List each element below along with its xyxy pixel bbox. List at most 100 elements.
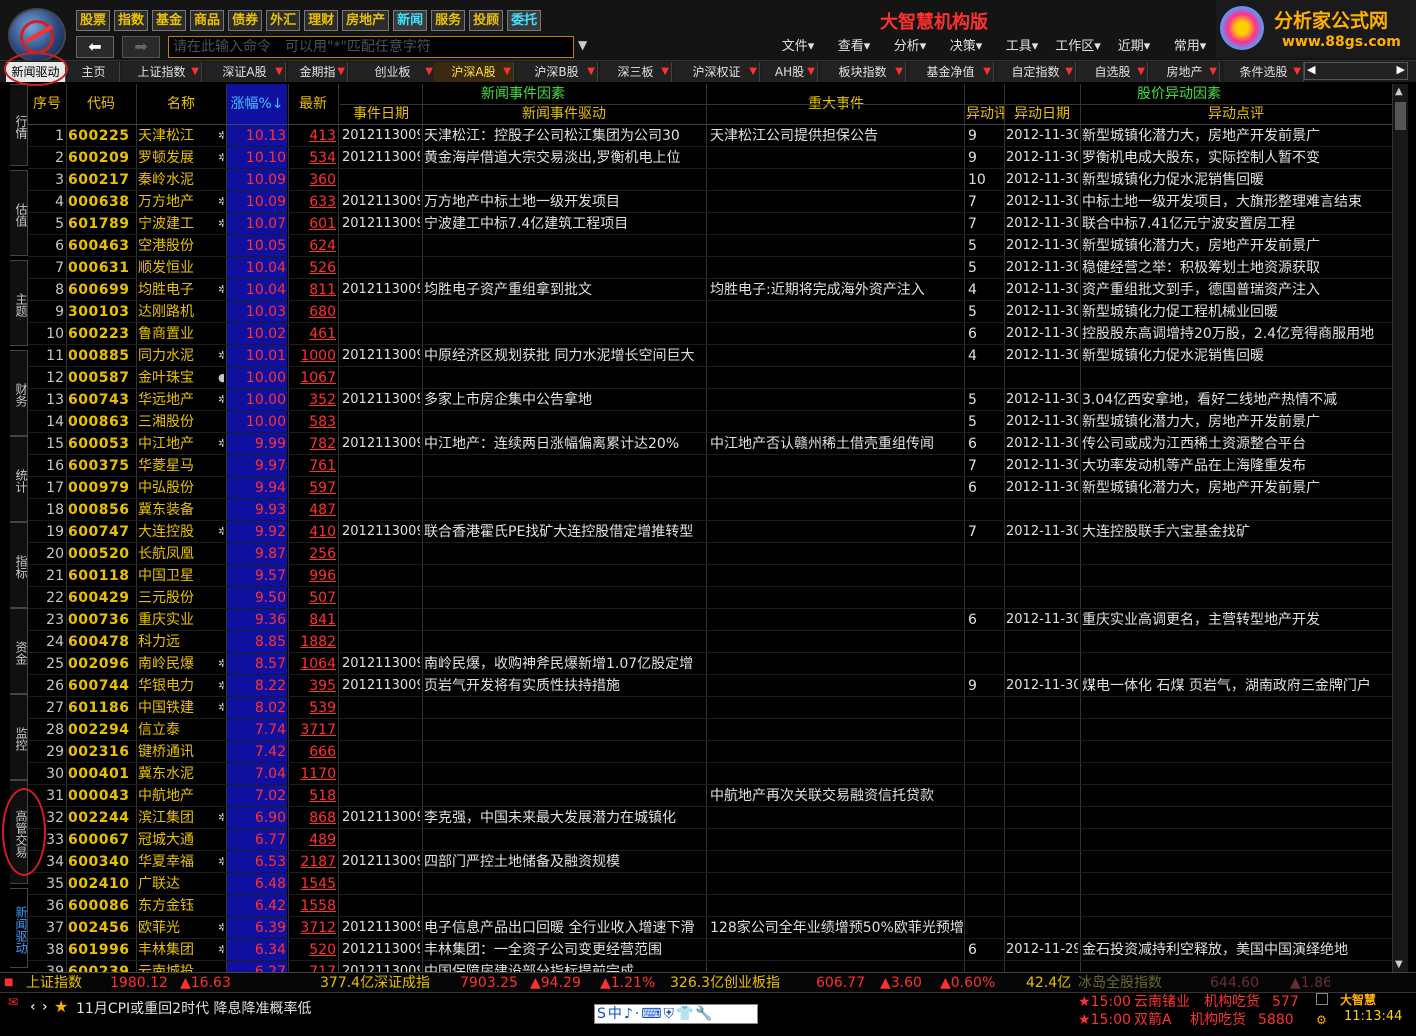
header-move-score[interactable]: 异动评级 bbox=[966, 104, 1004, 124]
quick-button-wealth[interactable]: 理财 bbox=[304, 10, 339, 31]
table-row[interactable]: 25 002096 南岭民爆 ✲ 8.57 1064 2012113009 南岭民爆，收购神斧… bbox=[28, 653, 1392, 675]
tab-fund-nav[interactable]: 基金净值 ▼ bbox=[908, 62, 994, 82]
quick-button-order[interactable]: 委托 bbox=[507, 10, 542, 31]
vertical-scrollbar[interactable]: ▲ ▼ bbox=[1392, 84, 1408, 972]
tab-dropdown-icon[interactable]: ▼ bbox=[1137, 62, 1145, 82]
table-row[interactable]: 1 600225 天津松江 ✲ 10.13 413 2012113009 天津松江：控股子公司… bbox=[28, 125, 1392, 147]
tab-dropdown-icon[interactable]: ▼ bbox=[661, 62, 669, 82]
index-0-name[interactable]: 上证指数 bbox=[26, 974, 82, 992]
command-dropdown-icon[interactable]: ▼ bbox=[578, 38, 587, 52]
quick-button-news[interactable]: 新闻 bbox=[393, 10, 428, 31]
menu-workspace[interactable]: 工作区▾ bbox=[1050, 36, 1106, 58]
header-change[interactable]: 涨幅%↓ bbox=[226, 84, 288, 124]
tab-chinext[interactable]: 创业板 ▼ bbox=[350, 62, 436, 82]
tab-custom-index[interactable]: 自定指数 ▼ bbox=[996, 62, 1076, 82]
tab-screener[interactable]: 条件选股 ▼ bbox=[1224, 62, 1304, 82]
menu-common[interactable]: 常用▾ bbox=[1162, 36, 1218, 58]
news-ticker[interactable]: 11月CPI或重回2时代 降息降准概率低 bbox=[76, 998, 312, 1018]
side-tab-statistics[interactable]: 统计 bbox=[10, 436, 28, 522]
table-row[interactable]: 27 601186 中国铁建 ✲ 8.02 539 bbox=[28, 697, 1392, 719]
table-row[interactable]: 29 002316 键桥通讯 7.42 666 bbox=[28, 741, 1392, 763]
tab-dropdown-icon[interactable]: ▼ bbox=[337, 62, 345, 82]
menu-decision[interactable]: 决策▾ bbox=[938, 36, 994, 58]
table-row[interactable]: 16 600375 华菱星马 9.97 761 7 2012-11-30 大功率发动机等产品在… bbox=[28, 455, 1392, 477]
table-row[interactable]: 15 600053 中江地产 ✲ 9.99 782 2012113009 中江地产：连续两日涨… bbox=[28, 433, 1392, 455]
tab-dropdown-icon[interactable]: ▼ bbox=[191, 62, 199, 82]
header-move-date[interactable]: 异动日期 bbox=[1004, 104, 1080, 124]
scroll-down-icon[interactable]: ▼ bbox=[1395, 959, 1403, 970]
ticker-prev-icon[interactable]: ‹ bbox=[30, 999, 36, 1015]
tab-dropdown-icon[interactable]: ▼ bbox=[807, 62, 815, 82]
header-code[interactable]: 代码 bbox=[66, 84, 136, 124]
quick-button-service[interactable]: 服务 bbox=[431, 10, 466, 31]
header-name[interactable]: 名称 bbox=[136, 84, 226, 124]
tab-watchlist[interactable]: 自选股 ▼ bbox=[1078, 62, 1148, 82]
table-row[interactable]: 30 000401 冀东水泥 7.04 1170 bbox=[28, 763, 1392, 785]
quick-button-commodity[interactable]: 商品 bbox=[190, 10, 225, 31]
table-row[interactable]: 36 600086 东方金钰 6.42 1558 bbox=[28, 895, 1392, 917]
side-tab-news-driven[interactable]: 新闻驱动 bbox=[10, 888, 28, 968]
table-row[interactable]: 4 000638 万方地产 ✲ 10.09 633 2012113009 万方地产中标土地一级… bbox=[28, 191, 1392, 213]
index-1-name[interactable]: 深证成指 bbox=[374, 974, 430, 992]
alert-0-stock[interactable]: 云南锗业 bbox=[1134, 993, 1190, 1011]
star-icon[interactable]: ★ bbox=[54, 997, 68, 1016]
table-row[interactable]: 8 600699 均胜电子 ✲ 10.04 811 2012113009 均胜电子资产重组拿到… bbox=[28, 279, 1392, 301]
menu-recent[interactable]: 近期▾ bbox=[1106, 36, 1162, 58]
index-2-name[interactable]: 创业板指 bbox=[724, 974, 780, 992]
alert-window-icon[interactable] bbox=[1316, 993, 1328, 1005]
quick-button-forex[interactable]: 外汇 bbox=[266, 10, 301, 31]
table-row[interactable]: 38 601996 丰林集团 ✲ 6.34 520 2012113009 丰林集团：一全资子公… bbox=[28, 939, 1392, 961]
table-row[interactable]: 18 000856 冀东装备 9.93 487 bbox=[28, 499, 1392, 521]
side-tab-finance[interactable]: 财务 bbox=[10, 350, 28, 436]
table-row[interactable]: 6 600463 空港股份 10.05 624 5 2012-11-30 新型城镇化潜力大，房… bbox=[28, 235, 1392, 257]
table-row[interactable]: 20 000520 长航凤凰 9.87 256 bbox=[28, 543, 1392, 565]
header-seq[interactable]: 序号 bbox=[28, 84, 66, 124]
table-row[interactable]: 17 000979 中弘股份 9.94 597 6 2012-11-30 新型城镇化潜力大，房… bbox=[28, 477, 1392, 499]
tab-scroll-right-icon[interactable]: ▶ bbox=[1397, 63, 1405, 76]
table-row[interactable]: 22 600429 三元股份 9.50 507 bbox=[28, 587, 1392, 609]
header-last[interactable]: 最新 bbox=[288, 84, 338, 124]
table-row[interactable]: 14 000863 三湘股份 10.00 583 5 2012-11-30 新型城镇化潜力大，… bbox=[28, 411, 1392, 433]
tab-dropdown-icon[interactable]: ▼ bbox=[895, 62, 903, 82]
alert-1-stock[interactable]: 双箭A bbox=[1134, 1011, 1172, 1029]
table-row[interactable]: 24 600478 科力远 8.85 1882 bbox=[28, 631, 1392, 653]
table-row[interactable]: 35 002410 广联达 6.48 1545 bbox=[28, 873, 1392, 895]
table-row[interactable]: 13 600743 华远地产 ✲ 10.00 352 2012113009 多家上市房企集中公… bbox=[28, 389, 1392, 411]
table-row[interactable]: 23 000736 重庆实业 9.36 841 6 2012-11-30 重庆实业高调更名，主… bbox=[28, 609, 1392, 631]
menu-file[interactable]: 文件▾ bbox=[770, 36, 826, 58]
table-row[interactable]: 39 600239 云南城投 6.27 717 2012113009 中国保障房建设部分指标… bbox=[28, 961, 1392, 972]
tab-sh-index[interactable]: 上证指数 ▼ bbox=[122, 62, 202, 82]
quick-button-bond[interactable]: 债券 bbox=[228, 10, 263, 31]
tab-sz-a[interactable]: 深证A股 ▼ bbox=[204, 62, 286, 82]
scroll-thumb[interactable] bbox=[1395, 102, 1406, 130]
scroll-up-icon[interactable]: ▲ bbox=[1395, 86, 1403, 97]
side-tab-theme[interactable]: 主题 bbox=[10, 260, 28, 346]
quick-button-index[interactable]: 指数 bbox=[114, 10, 149, 31]
command-input[interactable] bbox=[168, 36, 574, 58]
quick-button-realestate[interactable]: 房地产 bbox=[342, 10, 390, 31]
table-row[interactable]: 11 000885 同力水泥 ✲ 10.01 1000 2012113009 中原经济区规划获… bbox=[28, 345, 1392, 367]
tab-ah[interactable]: AH股 ▼ bbox=[762, 62, 818, 82]
header-event-date[interactable]: 事件日期 bbox=[340, 104, 422, 124]
side-tab-indicator[interactable]: 指标 bbox=[10, 522, 28, 608]
table-row[interactable]: 21 600118 中国卫星 9.57 996 bbox=[28, 565, 1392, 587]
quick-button-stock[interactable]: 股票 bbox=[76, 10, 111, 31]
forward-button[interactable]: ➡ bbox=[122, 36, 160, 58]
menu-analysis[interactable]: 分析▾ bbox=[882, 36, 938, 58]
tab-dropdown-icon[interactable]: ▼ bbox=[503, 62, 511, 82]
tab-realestate[interactable]: 房地产 ▼ bbox=[1150, 62, 1220, 82]
tab-dropdown-icon[interactable]: ▼ bbox=[275, 62, 283, 82]
table-row[interactable]: 9 300103 达刚路机 10.03 680 5 2012-11-30 新型城镇化力促工程机… bbox=[28, 301, 1392, 323]
table-row[interactable]: 7 000631 顺发恒业 10.04 526 5 2012-11-30 稳健经营之举：积极筹… bbox=[28, 257, 1392, 279]
table-row[interactable]: 2 600209 罗顿发展 ✲ 10.10 534 2012113009 黄金海岸借道大宗交易… bbox=[28, 147, 1392, 169]
tab-scroll-left-icon[interactable]: ◀ bbox=[1307, 63, 1315, 76]
table-row[interactable]: 37 002456 欧菲光 ✲ 6.39 3712 2012113009 电子信息产品出口回暖… bbox=[28, 917, 1392, 939]
table-row[interactable]: 10 600223 鲁商置业 10.02 461 6 2012-11-30 控股股东高调增持2… bbox=[28, 323, 1392, 345]
tab-sector-index[interactable]: 板块指数 ▼ bbox=[820, 62, 906, 82]
tab-new-otc[interactable]: 深三板 ▼ bbox=[600, 62, 672, 82]
ime-toolbar[interactable]: S中♪·⌨⛨👕🔧 bbox=[594, 1004, 758, 1024]
side-tab-market[interactable]: 行情 bbox=[10, 84, 28, 166]
table-row[interactable]: 34 600340 华夏幸福 ✲ 6.53 2187 2012113009 四部门严控土地储备… bbox=[28, 851, 1392, 873]
menu-view[interactable]: 查看▾ bbox=[826, 36, 882, 58]
tab-dropdown-icon[interactable]: ▼ bbox=[983, 62, 991, 82]
